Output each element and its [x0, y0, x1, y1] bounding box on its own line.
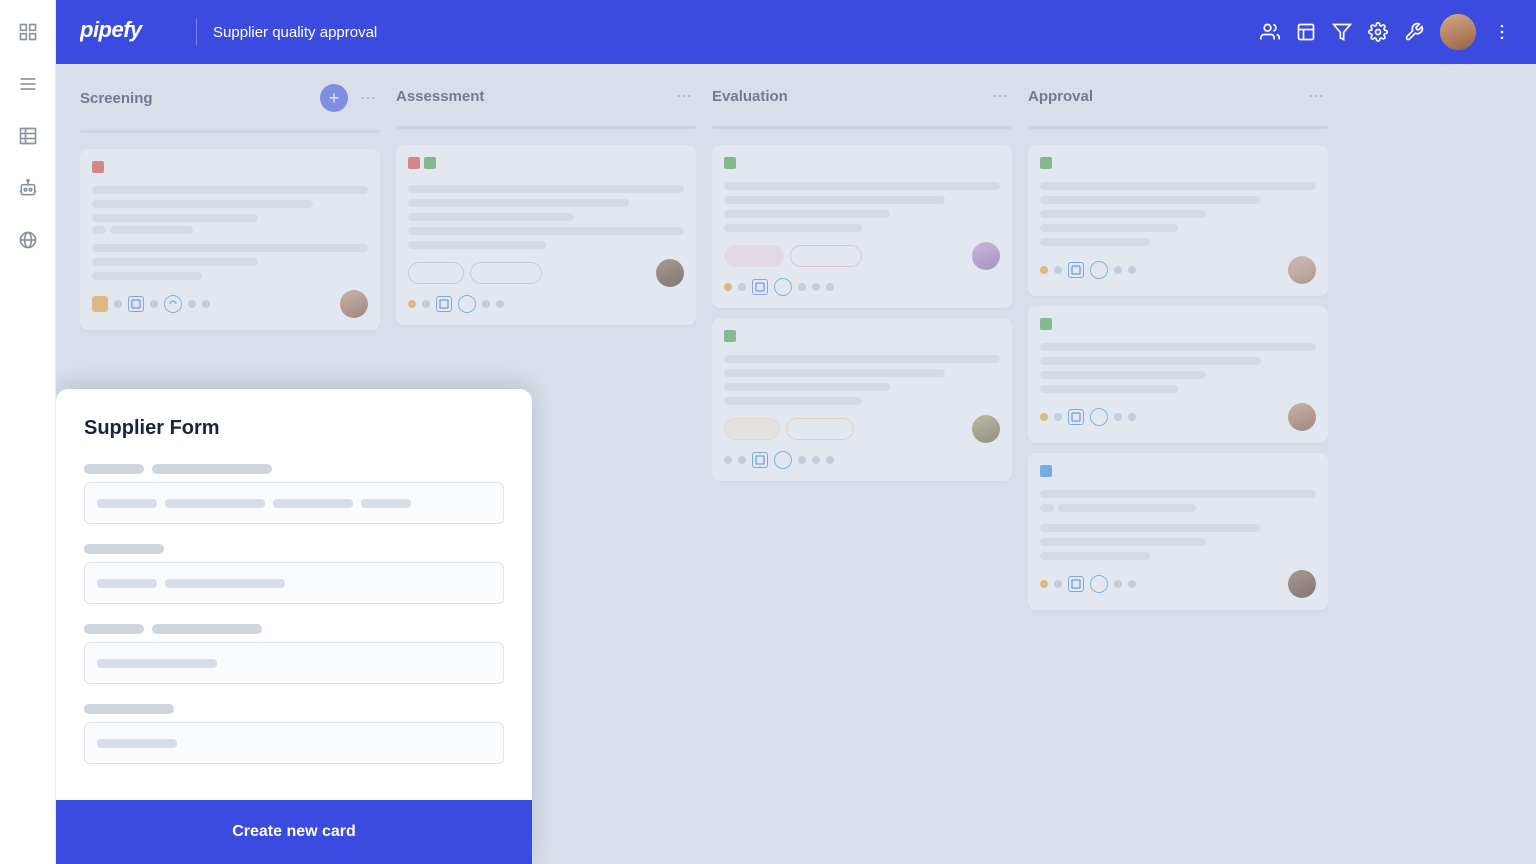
main-content: pipefy Supplier quality approval	[56, 0, 1536, 864]
sidebar-icon-table[interactable]	[12, 120, 44, 152]
import-icon[interactable]	[1296, 22, 1316, 42]
sidebar-icon-grid[interactable]	[12, 16, 44, 48]
form-label-block	[152, 624, 262, 634]
header-divider	[196, 18, 197, 46]
user-avatar[interactable]	[1440, 14, 1476, 50]
svg-text:pipefy: pipefy	[80, 17, 144, 42]
filter-icon[interactable]	[1332, 22, 1352, 42]
header: pipefy Supplier quality approval	[56, 0, 1536, 64]
board-area: Screening + ⋯	[56, 64, 1536, 864]
settings-icon[interactable]	[1368, 22, 1388, 42]
form-input-1[interactable]	[84, 482, 504, 524]
form-label-block	[84, 704, 174, 714]
more-icon[interactable]	[1492, 22, 1512, 42]
form-label-block	[84, 464, 144, 474]
sidebar-icon-globe[interactable]	[12, 224, 44, 256]
form-label-row-3	[84, 624, 504, 634]
form-label-block	[152, 464, 272, 474]
header-title: Supplier quality approval	[213, 24, 377, 41]
form-title: Supplier Form	[84, 417, 504, 440]
logo: pipefy	[80, 15, 160, 49]
form-label-block	[84, 544, 164, 554]
create-new-card-button[interactable]: Create new card	[56, 800, 532, 864]
form-label-block	[84, 624, 144, 634]
form-input-4[interactable]	[84, 722, 504, 764]
form-input-3[interactable]	[84, 642, 504, 684]
form-label-row-4	[84, 704, 504, 714]
sidebar	[0, 0, 56, 864]
users-icon[interactable]	[1260, 22, 1280, 42]
supplier-form-panel: Supplier Form	[56, 389, 532, 864]
sidebar-icon-list[interactable]	[12, 68, 44, 100]
form-input-2[interactable]	[84, 562, 504, 604]
form-label-row-1	[84, 464, 504, 474]
header-actions	[1260, 14, 1512, 50]
wrench-icon[interactable]	[1404, 22, 1424, 42]
form-label-row-2	[84, 544, 504, 554]
sidebar-icon-robot[interactable]	[12, 172, 44, 204]
form-body: Supplier Form	[56, 389, 532, 800]
